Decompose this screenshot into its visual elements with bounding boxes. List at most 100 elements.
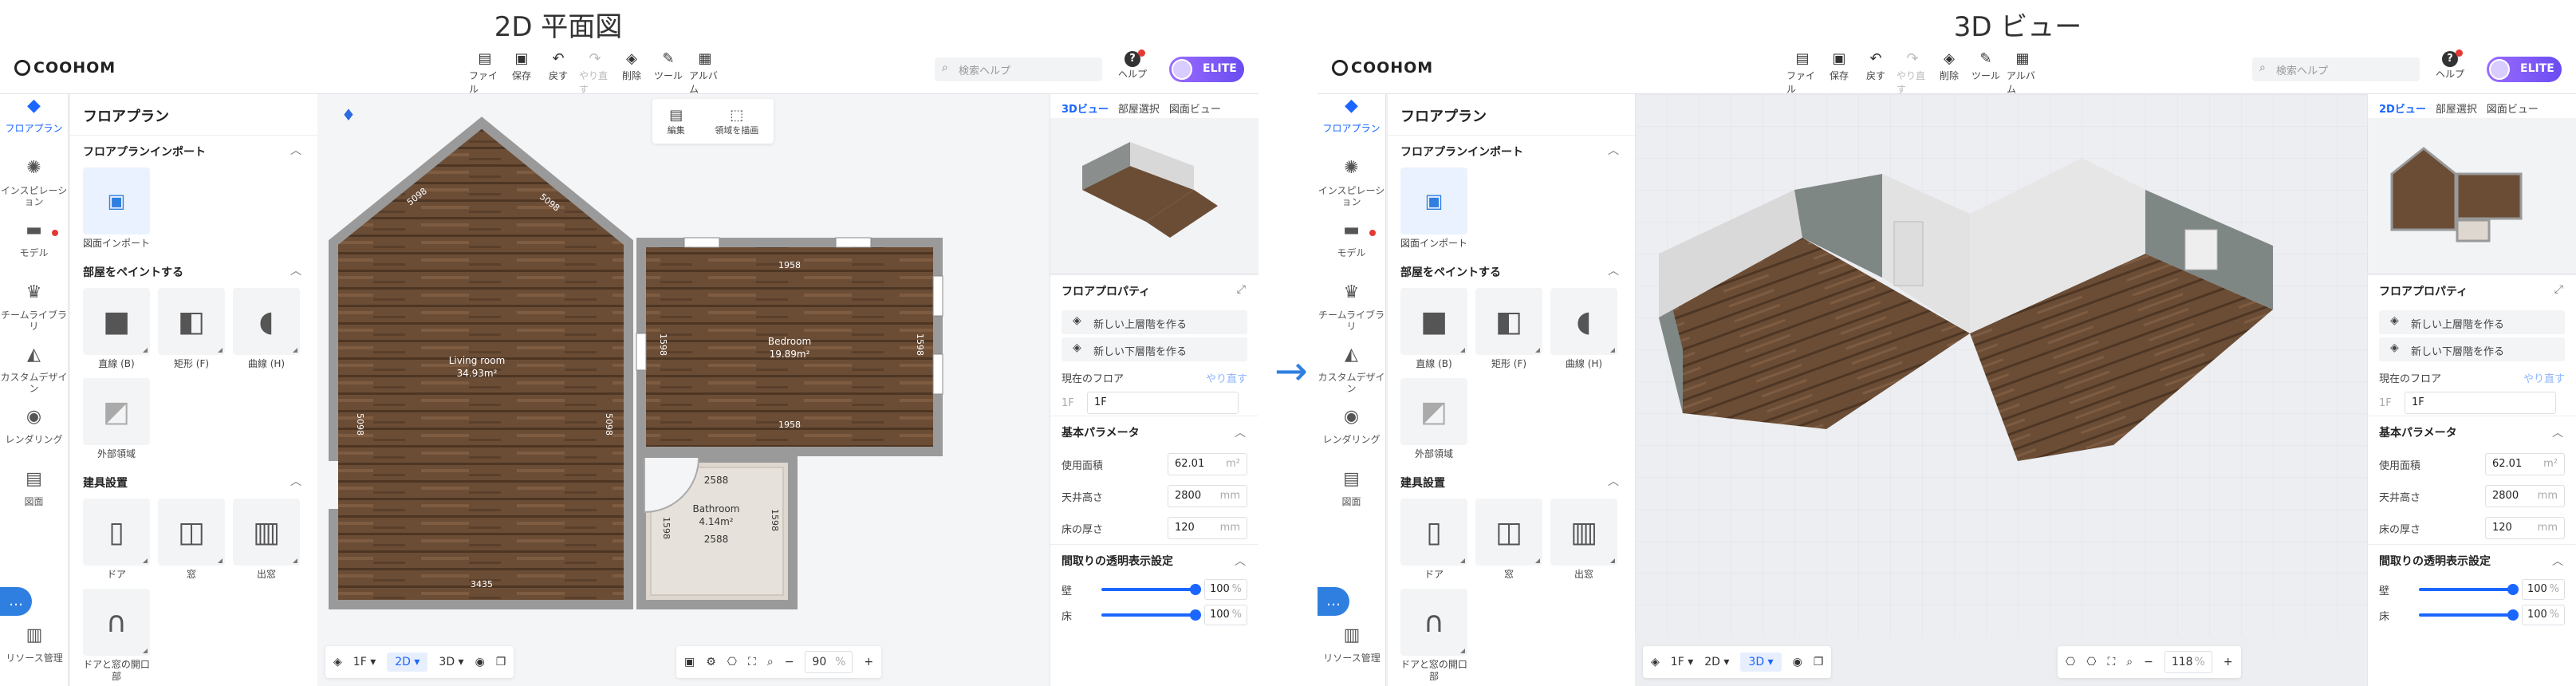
tool-button[interactable]: ✎ ツール — [652, 49, 684, 96]
floor-thickness-input[interactable]: 120 mm — [1168, 517, 1247, 539]
paint-section-header[interactable]: 部屋をペイントする ︿ — [70, 256, 317, 285]
eye-icon[interactable]: ◉ — [475, 656, 485, 668]
mini-2d-preview[interactable] — [2368, 118, 2576, 274]
area-input[interactable]: 62.01 m² — [1168, 453, 1247, 475]
floorplan-canvas[interactable]: ♦ ▤ 編集 ⬚ 領域を描画 Living room 34.93m² Bedro… — [317, 94, 1051, 686]
elite-badge[interactable]: ELITE — [2487, 57, 2562, 82]
nav-custom-design[interactable]: ◭ カスタムデザイン — [0, 343, 68, 405]
undo-button[interactable]: ↶ 戻す — [1860, 49, 1892, 96]
ceiling-input[interactable]: 2800 mm — [1168, 485, 1247, 507]
nav-inspiration[interactable]: ✺ インスピレーション — [1318, 156, 1385, 219]
straight-tool-card[interactable]: ■ 直線 (B) — [83, 288, 150, 370]
mode-3d-button[interactable]: 3D ▾ — [439, 656, 463, 668]
window-card[interactable]: ◫ 窓 — [158, 499, 225, 581]
delete-button[interactable]: ◈ 削除 — [616, 49, 648, 96]
zoom-level[interactable]: 118% — [2164, 651, 2212, 673]
album-button[interactable]: ▦ アルバム — [2007, 49, 2038, 96]
transparency-header[interactable]: 間取りの透明表示設定 ︿ — [2368, 544, 2576, 577]
paint-section-header[interactable]: 部屋をペイントする ︿ — [1388, 256, 1635, 285]
wall-pct-input[interactable]: 100% — [1204, 579, 1247, 600]
mode-2d-button[interactable]: 2D ▾ — [387, 652, 428, 672]
nav-resource[interactable]: ▥ リソース管理 — [0, 624, 69, 686]
zoom-in-button[interactable]: + — [864, 656, 873, 668]
file-button[interactable]: ▤ ファイル — [1786, 49, 1818, 96]
door-card[interactable]: ▯ ドア — [1400, 499, 1467, 581]
nav-custom-design[interactable]: ◭ カスタムデザイン — [1318, 343, 1385, 405]
floor-pct-input[interactable]: 100% — [2522, 605, 2565, 625]
copy-icon[interactable]: ❐ — [1814, 656, 1824, 668]
help-button[interactable]: ? ヘルプ — [1117, 49, 1148, 81]
fit-view-icon[interactable]: ⛶ — [748, 656, 756, 668]
nav-rendering[interactable]: ◉ レンダリング — [1318, 405, 1385, 467]
import-section-header[interactable]: フロアプランインポート ︿ — [70, 136, 317, 164]
zoom-out-button[interactable]: − — [785, 656, 794, 668]
fixture-section-header[interactable]: 建具設置 ︿ — [1388, 467, 1635, 495]
chat-button[interactable]: … — [0, 587, 32, 616]
nav-rendering[interactable]: ◉ レンダリング — [0, 405, 68, 467]
nav-model[interactable]: ▬ モデル — [1318, 219, 1385, 281]
floor-slider[interactable] — [1101, 609, 1201, 621]
floor-select[interactable]: 1F ▾ — [353, 656, 376, 668]
nav-resource[interactable]: ▥ リソース管理 — [1318, 624, 1386, 686]
window-card[interactable]: ◫ 窓 — [1475, 499, 1542, 581]
wall-slider[interactable] — [2419, 584, 2519, 595]
nav-floorplan[interactable]: ◆ フロアプラン — [0, 94, 68, 156]
tab-room-select[interactable]: 部屋選択 — [2436, 101, 2477, 118]
zoom-area-icon[interactable]: ⌕ — [767, 656, 774, 668]
fixture-section-header[interactable]: 建具設置 ︿ — [70, 467, 317, 495]
nav-team-library[interactable]: ♛ チームライブラリ — [1318, 281, 1385, 343]
mini-3d-preview[interactable] — [1050, 118, 1258, 274]
delete-button[interactable]: ◈ 削除 — [1933, 49, 1965, 96]
opening-card[interactable]: ∩ ドアと窓の開口部 — [83, 589, 150, 683]
floor-select[interactable]: 1F ▾ — [1671, 656, 1693, 668]
elite-badge[interactable]: ELITE — [1169, 57, 1244, 82]
tab-drawing-view[interactable]: 図面ビュー — [1169, 101, 1221, 118]
door-card[interactable]: ▯ ドア — [83, 499, 150, 581]
search-input[interactable]: ⌕ 検索ヘルプ — [2252, 57, 2420, 81]
expand-icon[interactable]: ⤢ — [2554, 283, 2563, 296]
tool-button[interactable]: ✎ ツール — [1970, 49, 2002, 96]
tab-drawing-view[interactable]: 図面ビュー — [2487, 101, 2539, 118]
curve-tool-card[interactable]: ◖ 曲線 (H) — [233, 288, 300, 370]
bay-window-card[interactable]: ▥ 出窓 — [1550, 499, 1617, 581]
area-input[interactable]: 62.01 m² — [2485, 453, 2565, 475]
bay-window-card[interactable]: ▥ 出窓 — [233, 499, 300, 581]
import-section-header[interactable]: フロアプランインポート ︿ — [1388, 136, 1635, 164]
curve-tool-card[interactable]: ◖ 曲線 (H) — [1550, 288, 1617, 370]
tab-2d-view[interactable]: 2Dビュー — [2379, 101, 2426, 118]
floor-name-input[interactable]: 1F — [1087, 392, 1239, 414]
opening-card[interactable]: ∩ ドアと窓の開口部 — [1400, 589, 1467, 683]
new-lower-floor-button[interactable]: ◈ 新しい下層階を作る — [1062, 337, 1247, 361]
fit-view-icon[interactable]: ⛶ — [2107, 656, 2115, 668]
exterior-area-card[interactable]: ◩ 外部領域 — [1400, 378, 1467, 460]
expand-icon[interactable]: ⤢ — [1237, 283, 1246, 296]
camera-icon[interactable]: ⎔ — [2066, 656, 2075, 668]
lock-icon[interactable]: ▣ — [684, 656, 695, 668]
new-upper-floor-button[interactable]: ◈ 新しい上層階を作る — [2379, 310, 2565, 334]
import-drawing-card[interactable]: ▣ 図面インポート — [83, 168, 150, 250]
layers-icon[interactable]: ◈ — [1651, 656, 1660, 668]
floor-pct-input[interactable]: 100% — [1204, 605, 1247, 625]
redo-button[interactable]: ↷ やり直す — [579, 49, 611, 96]
nav-drawing[interactable]: ▤ 図面 — [0, 467, 68, 530]
eye-icon[interactable]: ◉ — [1793, 656, 1802, 668]
redo-link[interactable]: やり直す — [1206, 370, 1247, 385]
camera2-icon[interactable]: ⎔ — [2086, 656, 2096, 668]
redo-button[interactable]: ↷ やり直す — [1897, 49, 1928, 96]
basic-params-header[interactable]: 基本パラメータ ︿ — [2368, 416, 2576, 448]
floor-slider[interactable] — [2419, 609, 2519, 621]
zoom-in-button[interactable]: + — [2223, 656, 2233, 668]
zoom-area-icon[interactable]: ⌕ — [2126, 656, 2133, 668]
nav-inspiration[interactable]: ✺ インスピレーション — [0, 156, 68, 219]
album-button[interactable]: ▦ アルバム — [689, 49, 721, 96]
mode-2d-button[interactable]: 2D ▾ — [1704, 656, 1729, 668]
zoom-out-button[interactable]: − — [2144, 656, 2153, 668]
transparency-header[interactable]: 間取りの透明表示設定 ︿ — [1050, 544, 1258, 577]
new-lower-floor-button[interactable]: ◈ 新しい下層階を作る — [2379, 337, 2565, 361]
nav-drawing[interactable]: ▤ 図面 — [1318, 467, 1385, 530]
new-upper-floor-button[interactable]: ◈ 新しい上層階を作る — [1062, 310, 1247, 334]
undo-button[interactable]: ↶ 戻す — [542, 49, 574, 96]
floor-thickness-input[interactable]: 120 mm — [2485, 517, 2565, 539]
exterior-area-card[interactable]: ◩ 外部領域 — [83, 378, 150, 460]
settings-icon[interactable]: ⚙ — [706, 656, 716, 668]
